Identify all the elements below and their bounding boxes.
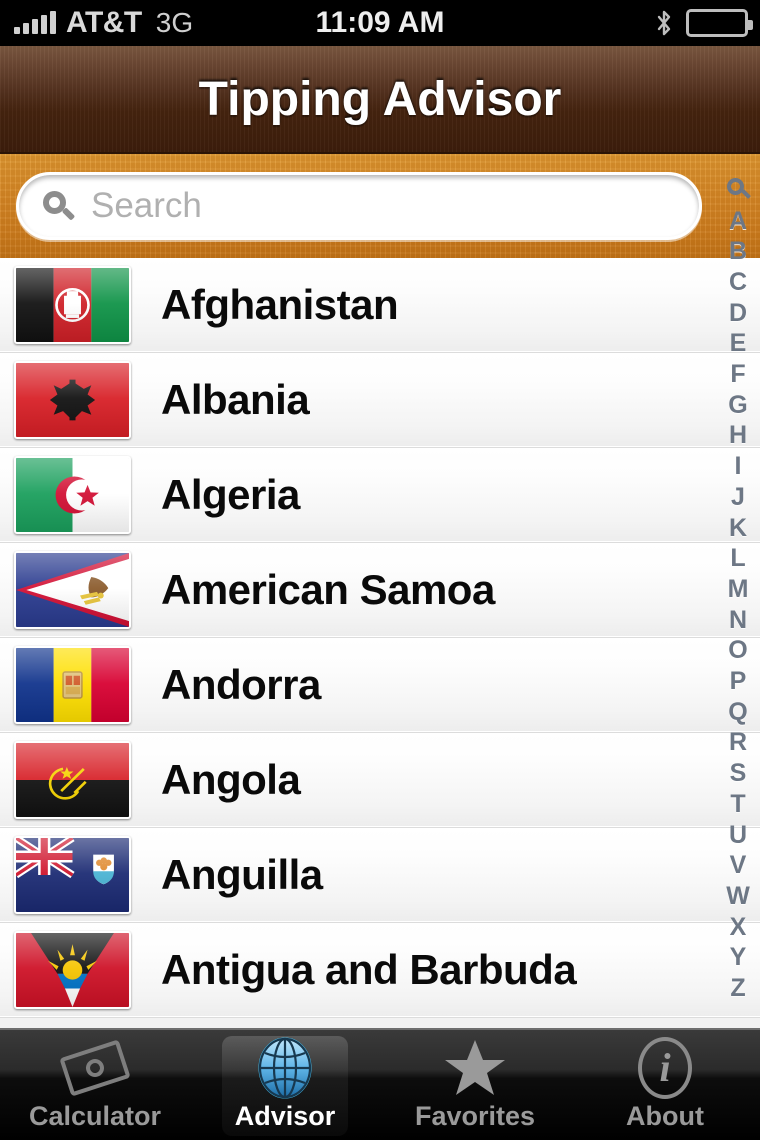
page-title: Tipping Advisor <box>198 72 562 126</box>
index-letter-p[interactable]: P <box>730 666 747 697</box>
index-letter-y[interactable]: Y <box>730 943 747 974</box>
index-letter-f[interactable]: F <box>730 359 745 390</box>
status-bar-right <box>656 9 753 37</box>
clock-label: 11:09 AM <box>315 6 445 39</box>
tab-about[interactable]: i About <box>570 1030 760 1140</box>
index-letter-i[interactable]: I <box>735 451 742 482</box>
country-name-label: Anguilla <box>161 850 323 898</box>
country-name-label: Andorra <box>161 660 321 708</box>
tab-advisor[interactable]: Advisor <box>190 1030 380 1140</box>
tab-bar: Calculator Advisor Favorites i About <box>0 1028 760 1140</box>
flag-afghanistan-icon <box>14 265 131 344</box>
search-bar-container: Search <box>0 154 760 258</box>
country-name-label: Angola <box>161 755 301 803</box>
table-row[interactable]: Angola <box>0 733 760 828</box>
flag-american-samoa-icon <box>14 550 131 629</box>
country-name-label: American Samoa <box>161 565 495 613</box>
flag-andorra-icon <box>14 645 131 724</box>
index-search-icon[interactable] <box>727 172 749 206</box>
tab-calculator[interactable]: Calculator <box>0 1030 190 1140</box>
index-letter-g[interactable]: G <box>728 390 747 421</box>
index-letter-k[interactable]: K <box>729 513 747 544</box>
index-letter-d[interactable]: D <box>729 298 747 329</box>
tab-calculator-label: Calculator <box>28 1100 162 1131</box>
search-placeholder: Search <box>91 186 202 225</box>
tab-advisor-label: Advisor <box>234 1100 336 1131</box>
index-letter-z[interactable]: Z <box>730 973 745 1004</box>
tab-favorites[interactable]: Favorites <box>380 1030 570 1140</box>
table-row[interactable]: American Samoa <box>0 543 760 638</box>
flag-anguilla-icon <box>14 835 131 914</box>
tab-favorites-label: Favorites <box>414 1100 536 1131</box>
index-letter-t[interactable]: T <box>730 789 745 820</box>
flag-antigua-and-barbuda-icon <box>14 930 131 1009</box>
star-icon <box>443 1039 507 1097</box>
country-name-label: Afghanistan <box>161 280 399 328</box>
index-letter-o[interactable]: O <box>728 636 747 667</box>
table-row[interactable]: Andorra <box>0 638 760 733</box>
search-input[interactable]: Search <box>16 172 702 240</box>
bluetooth-icon <box>657 10 671 36</box>
navigation-bar: Tipping Advisor <box>0 46 760 154</box>
info-icon: i <box>638 1036 692 1099</box>
index-letter-e[interactable]: E <box>730 328 747 359</box>
banknote-icon <box>59 1038 131 1097</box>
table-row[interactable]: Albania <box>0 353 760 448</box>
battery-icon <box>686 9 753 37</box>
index-letter-c[interactable]: C <box>729 267 747 298</box>
table-row[interactable]: Algeria <box>0 448 760 543</box>
index-letter-s[interactable]: S <box>730 758 747 789</box>
index-letter-w[interactable]: W <box>726 881 750 912</box>
country-name-label: Albania <box>161 375 310 423</box>
status-bar: AT&T 3G 11:09 AM <box>0 0 760 46</box>
tab-about-label: About <box>626 1100 704 1131</box>
index-letter-l[interactable]: L <box>730 543 745 574</box>
index-letter-u[interactable]: U <box>729 820 747 851</box>
country-name-label: Algeria <box>161 470 300 518</box>
table-row[interactable]: Antigua and Barbuda <box>0 923 760 1018</box>
search-icon <box>43 191 73 221</box>
country-name-label: Antigua and Barbuda <box>161 945 577 993</box>
flag-angola-icon <box>14 740 131 819</box>
table-row[interactable]: Afghanistan <box>0 258 760 353</box>
section-index-bar[interactable]: ABCDEFGHIJKLMNOPQRSTUVWXYZ <box>716 172 760 1004</box>
globe-icon <box>257 1037 313 1098</box>
index-letter-b[interactable]: B <box>729 236 747 267</box>
index-letter-n[interactable]: N <box>729 605 747 636</box>
index-letter-h[interactable]: H <box>729 421 747 452</box>
table-row[interactable]: Anguilla <box>0 828 760 923</box>
flag-algeria-icon <box>14 455 131 534</box>
index-letter-q[interactable]: Q <box>728 697 747 728</box>
index-letter-x[interactable]: X <box>730 912 747 943</box>
index-letter-v[interactable]: V <box>730 850 747 881</box>
index-letter-j[interactable]: J <box>731 482 745 513</box>
index-letter-a[interactable]: A <box>729 206 747 237</box>
country-list[interactable]: Afghanistan Albania Algeria American Sam… <box>0 258 760 1028</box>
index-letter-m[interactable]: M <box>728 574 749 605</box>
flag-albania-icon <box>14 360 131 439</box>
index-letter-r[interactable]: R <box>729 728 747 759</box>
app-screen: AT&T 3G 11:09 AM Tipping Advisor Search … <box>0 0 760 1140</box>
